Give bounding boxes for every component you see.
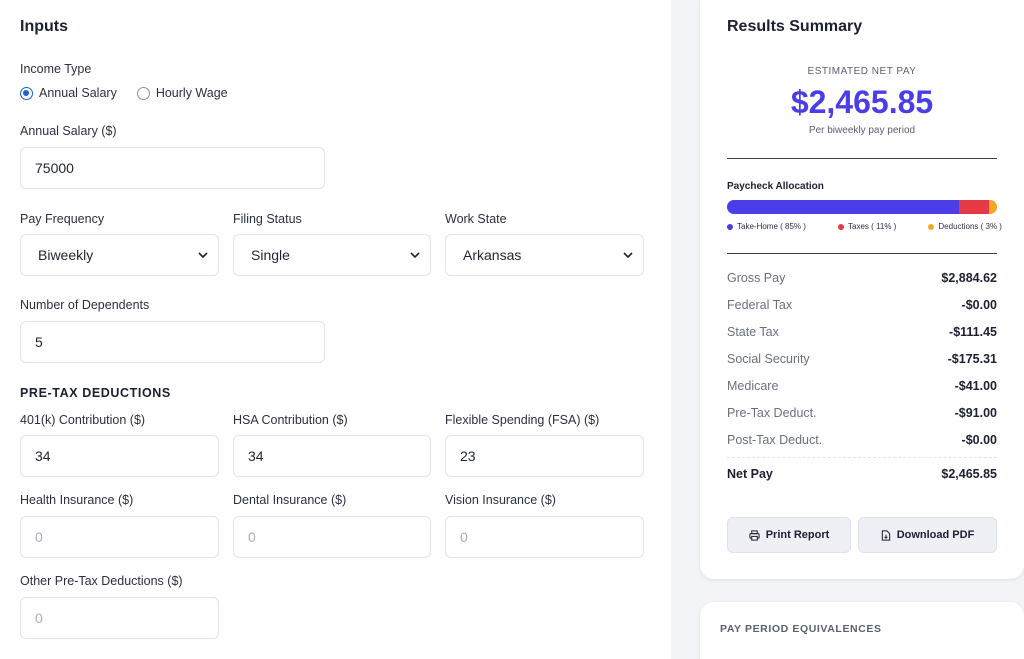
dependents-input[interactable]: 5 [20,321,325,363]
work-state-select[interactable]: Arkansas [445,234,644,276]
health-insurance-label: Health Insurance ($) [20,493,134,507]
allocation-segment-taxes [958,200,989,214]
legend-dot [727,223,733,230]
legend-deductions: Deductions ( 3% ) [928,222,1002,231]
breakdown-row: Federal Tax -$0.00 [727,291,997,318]
breakdown-row: Social Security -$175.31 [727,345,997,372]
radio-annual-salary[interactable]: Annual Salary [20,86,117,100]
print-report-button[interactable]: Print Report [727,517,851,553]
annual-salary-input[interactable]: 75000 [20,147,325,189]
legend-deductions-label: Deductions ( 3% ) [938,222,1002,231]
dental-insurance-label: Dental Insurance ($) [233,493,347,507]
fsa-label: Flexible Spending (FSA) ($) [445,413,600,427]
filing-status-label: Filing Status [233,212,302,226]
download-pdf-button[interactable]: Download PDF [858,517,997,553]
breakdown-list: Gross Pay $2,884.62 Federal Tax -$0.00 Sta… [727,264,997,489]
breakdown-value: -$175.31 [947,351,997,366]
breakdown-row: Medicare -$41.00 [727,372,997,399]
net-pay-total-row: Net Pay $2,465.85 [727,457,997,489]
breakdown-label: Pre-Tax Deduct. [727,405,817,420]
health-insurance-input[interactable]: 0 [20,516,219,558]
pretax-section-title: PRE-TAX DEDUCTIONS [20,386,171,400]
allocation-title: Paycheck Allocation [727,181,824,192]
radio-selected-icon[interactable] [20,86,33,100]
allocation-legend: Take-Home ( 85% ) Taxes ( 11% ) Deductio… [727,222,1002,231]
legend-dot [928,223,935,230]
allocation-bar [727,200,997,214]
legend-dot [838,223,844,230]
pay-period-equivalences-title: PAY PERIOD EQUIVALENCES [720,623,882,635]
vision-insurance-input[interactable]: 0 [445,516,644,558]
breakdown-label: Post-Tax Deduct. [727,432,823,447]
legend-take-home-label: Take-Home ( 85% ) [737,222,806,231]
net-pay-total-value: $2,465.85 [941,466,997,481]
radio-hourly-wage-label: Hourly Wage [155,86,228,100]
printer-icon [749,529,760,541]
breakdown-label: Medicare [727,378,779,393]
radio-unselected-icon[interactable] [136,86,150,100]
results-summary-title: Results Summary [727,18,863,35]
breakdown-value: -$0.00 [961,432,997,447]
work-state-label: Work State [445,212,507,226]
breakdown-value: $2,884.62 [941,270,997,285]
breakdown-row: Pre-Tax Deduct. -$91.00 [727,399,997,426]
legend-take-home: Take-Home ( 85% ) [727,222,806,231]
other-pretax-label: Other Pre-Tax Deductions ($) [20,574,183,588]
chevron-down-icon [623,252,633,259]
401k-input[interactable]: 34 [20,435,219,477]
breakdown-label: State Tax [727,324,779,339]
breakdown-row: State Tax -$111.45 [727,318,997,345]
file-download-icon [881,529,890,541]
net-pay-total-label: Net Pay [727,466,773,481]
pay-frequency-value: Biweekly [38,247,94,263]
inputs-title: Inputs [20,18,68,35]
breakdown-value: -$0.00 [961,297,997,312]
legend-taxes-label: Taxes ( 11% ) [848,222,897,231]
401k-label: 401(k) Contribution ($) [20,413,146,427]
breakdown-value: -$41.00 [954,378,997,393]
pay-frequency-select[interactable]: Biweekly [20,234,219,276]
work-state-value: Arkansas [463,247,522,263]
breakdown-row: Post-Tax Deduct. -$0.00 [727,426,997,453]
radio-hourly-wage[interactable]: Hourly Wage [136,86,228,100]
other-pretax-input[interactable]: 0 [20,597,219,639]
estimated-net-pay-label: ESTIMATED NET PAY [807,66,917,77]
vision-insurance-label: Vision Insurance ($) [445,493,556,507]
breakdown-value: -$111.45 [949,324,997,339]
breakdown-label: Social Security [727,351,810,366]
breakdown-row: Gross Pay $2,884.62 [727,264,997,291]
per-period-caption: Per biweekly pay period [808,125,916,136]
legend-taxes: Taxes ( 11% ) [838,222,896,231]
divider [727,253,997,254]
chevron-down-icon [410,252,420,259]
breakdown-label: Gross Pay [727,270,786,285]
dental-insurance-input[interactable]: 0 [233,516,431,558]
chevron-down-icon [198,252,208,259]
annual-salary-label: Annual Salary ($) [20,124,117,138]
filing-status-value: Single [251,247,290,263]
allocation-segment-take-home [727,200,959,214]
income-type-label: Income Type [20,62,92,76]
income-type-radio-group: Annual Salary Hourly Wage [20,86,248,100]
breakdown-value: -$91.00 [954,405,997,420]
dependents-label: Number of Dependents [20,298,150,312]
radio-annual-salary-label: Annual Salary [39,86,117,100]
breakdown-label: Federal Tax [727,297,793,312]
hsa-label: HSA Contribution ($) [233,413,348,427]
print-report-label: Print Report [765,529,830,541]
fsa-input[interactable]: 23 [445,435,644,477]
hsa-input[interactable]: 34 [233,435,431,477]
net-pay-amount: $2,465.85 [790,84,934,120]
pay-frequency-label: Pay Frequency [20,212,105,226]
divider [727,158,997,159]
download-pdf-label: Download PDF [896,529,975,541]
filing-status-select[interactable]: Single [233,234,431,276]
